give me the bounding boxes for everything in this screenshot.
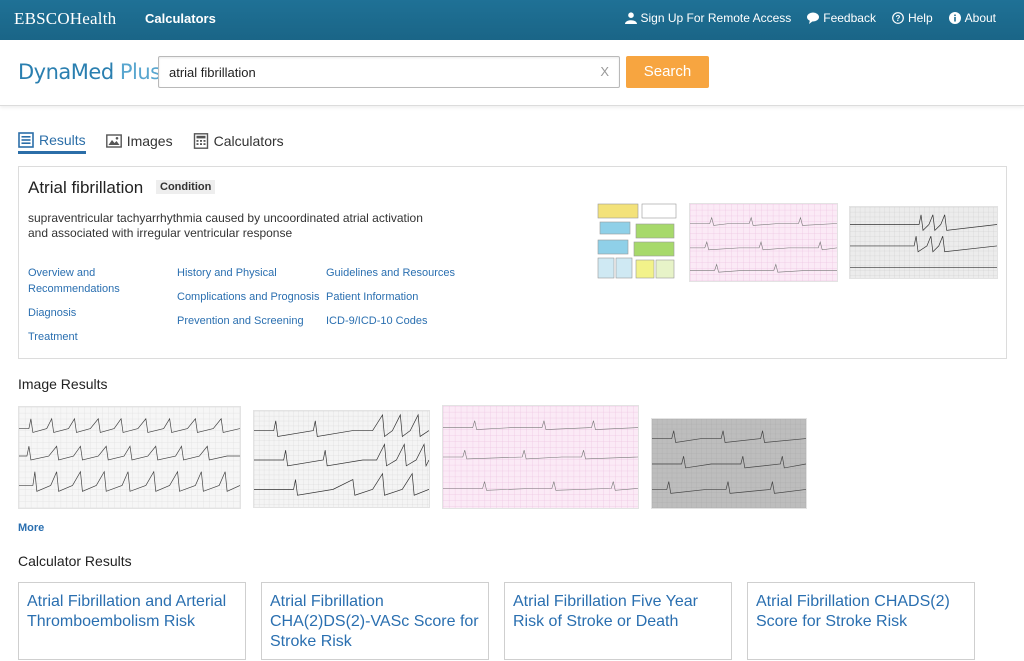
clear-search-button[interactable]: X [600, 64, 609, 79]
calculator-card-title: Atrial Fibrillation and Arterial Thrombo… [27, 593, 227, 630]
more-images-link[interactable]: More [18, 522, 44, 534]
link-diagnosis[interactable]: Diagnosis [28, 305, 76, 321]
about-label: About [964, 11, 996, 25]
link-complications-prognosis[interactable]: Complications and Prognosis [177, 289, 319, 305]
sign-up-label: Sign Up For Remote Access [640, 11, 792, 25]
tab-images[interactable]: Images [105, 128, 173, 153]
nav-calculators[interactable]: Calculators [145, 11, 216, 26]
about-link[interactable]: About [948, 11, 996, 25]
result-tabs: Results Images Calculators [18, 128, 284, 154]
top-links: Sign Up For Remote Access Feedback ? Hel… [624, 11, 996, 25]
ebsco-health-logo[interactable]: EBSCOHealth [14, 9, 116, 29]
ecg-image [19, 407, 240, 508]
link-guidelines-resources[interactable]: Guidelines and Resources [326, 265, 455, 281]
link-overview-line2[interactable]: Recommendations [28, 281, 120, 297]
image-results-heading: Image Results [18, 376, 108, 392]
calculator-results-heading: Calculator Results [18, 553, 132, 569]
image-result-1[interactable] [18, 406, 241, 509]
tab-calculators-label: Calculators [213, 132, 284, 149]
logo-dynamed: DynaMed [18, 60, 114, 84]
user-icon [624, 12, 637, 24]
condition-badge: Condition [156, 180, 216, 194]
calculator-icon [193, 132, 208, 149]
calculator-card-title: Atrial Fibrillation Five Year Risk of St… [513, 593, 698, 630]
feedback-link[interactable]: Feedback [807, 11, 876, 25]
search-button[interactable]: Search [626, 56, 709, 88]
dynamed-plus-logo[interactable]: DynaMed Plus [18, 60, 161, 84]
calculator-card[interactable]: Atrial Fibrillation Five Year Risk of St… [504, 582, 732, 660]
sign-up-remote-access-link[interactable]: Sign Up For Remote Access [624, 11, 792, 25]
help-link[interactable]: ? Help [892, 11, 933, 25]
ecg-image [254, 411, 429, 507]
ecg-thumbnail-pink[interactable] [689, 203, 838, 282]
list-icon [18, 131, 34, 148]
calculator-card-title: Atrial Fibrillation CHADS(2) Score for S… [756, 593, 950, 630]
tab-images-label: Images [126, 132, 173, 149]
tab-calculators[interactable]: Calculators [193, 128, 284, 153]
ecg-image [850, 207, 997, 278]
image-result-2[interactable] [253, 410, 430, 508]
image-result-3[interactable] [442, 405, 639, 509]
info-circle-icon [948, 12, 961, 24]
logo-plus: Plus [113, 60, 161, 84]
brand-health: Health [69, 9, 117, 28]
top-bar: EBSCOHealth Calculators Sign Up For Remo… [0, 0, 1024, 40]
link-patient-information[interactable]: Patient Information [326, 289, 418, 305]
search-header: DynaMed Plus X Search [0, 40, 1024, 106]
ecg-image [690, 204, 837, 281]
ecg-image [652, 419, 806, 508]
link-prevention-screening[interactable]: Prevention and Screening [177, 313, 304, 329]
ecg-image [443, 406, 638, 508]
tab-results-label: Results [39, 131, 86, 148]
calculator-card[interactable]: Atrial Fibrillation and Arterial Thrombo… [18, 582, 246, 660]
link-history-physical[interactable]: History and Physical [177, 265, 277, 281]
link-icd-codes[interactable]: ICD-9/ICD-10 Codes [326, 313, 427, 329]
tab-results[interactable]: Results [18, 128, 86, 154]
link-treatment[interactable]: Treatment [28, 329, 78, 345]
brand-ebsco: EBSCO [14, 9, 70, 28]
search-input[interactable] [159, 57, 589, 87]
topic-title[interactable]: Atrial fibrillation [28, 178, 143, 198]
topic-summary-card: Atrial fibrillation Condition supraventr… [18, 166, 1007, 359]
flowchart-thumbnail[interactable] [596, 202, 678, 282]
calculator-card[interactable]: Atrial Fibrillation CHA(2)DS(2)-VASc Sco… [261, 582, 489, 660]
feedback-label: Feedback [823, 11, 876, 25]
flowchart-image [597, 203, 677, 279]
question-circle-icon: ? [892, 12, 904, 24]
image-result-4[interactable] [651, 418, 807, 509]
help-label: Help [907, 11, 933, 25]
image-icon [105, 133, 122, 148]
topic-description: supraventricular tachyarrhythmia caused … [28, 211, 423, 240]
calculator-card-title: Atrial Fibrillation CHA(2)DS(2)-VASc Sco… [270, 593, 479, 650]
calculator-card[interactable]: Atrial Fibrillation CHADS(2) Score for S… [747, 582, 975, 660]
link-overview-line1[interactable]: Overview and [28, 265, 95, 281]
search-box: X [158, 56, 620, 88]
speech-bubble-icon [807, 12, 820, 24]
ecg-thumbnail-gray[interactable] [849, 206, 998, 279]
svg-text:?: ? [896, 14, 901, 23]
